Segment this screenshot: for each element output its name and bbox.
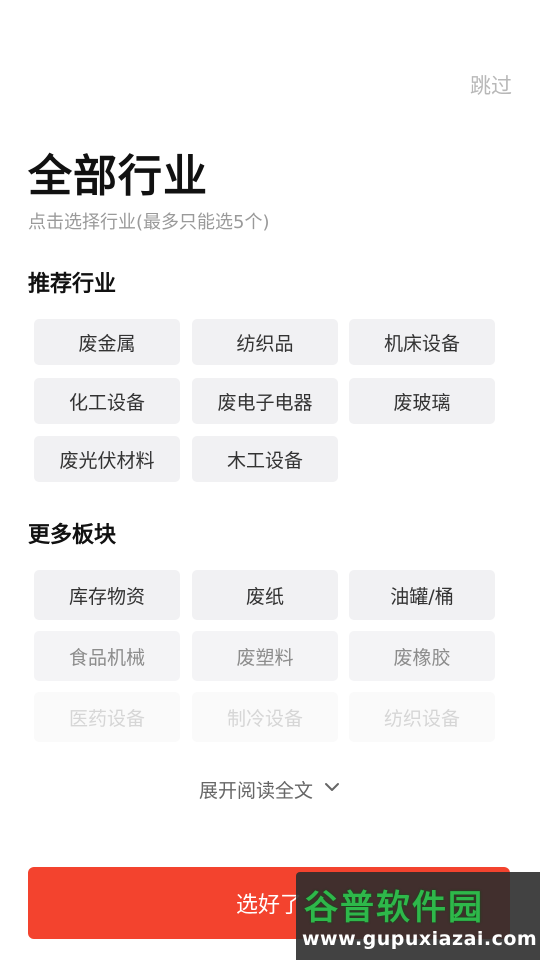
industry-chip[interactable]: 医药设备 bbox=[34, 692, 180, 742]
industry-chip[interactable]: 纺织品 bbox=[192, 319, 338, 365]
watermark-brand: 谷普软件园 bbox=[304, 888, 484, 928]
skip-button[interactable]: 跳过 bbox=[470, 70, 512, 100]
expand-button[interactable]: 展开阅读全文 bbox=[0, 776, 540, 803]
more-grid-row-2: 食品机械 废塑料 废橡胶 bbox=[34, 631, 496, 681]
page-subtitle: 点击选择行业(最多只能选5个) bbox=[28, 212, 270, 233]
watermark: 谷普软件园 www.gupuxiazai.com bbox=[296, 872, 540, 960]
industry-chip[interactable]: 食品机械 bbox=[34, 631, 180, 681]
more-grid-row-1: 库存物资 废纸 油罐/桶 bbox=[34, 570, 496, 620]
more-grid-row-3: 医药设备 制冷设备 纺织设备 bbox=[34, 692, 496, 742]
industry-chip[interactable]: 化工设备 bbox=[34, 378, 180, 424]
industry-chip[interactable]: 废金属 bbox=[34, 319, 180, 365]
industry-chip[interactable]: 废玻璃 bbox=[349, 378, 495, 424]
industry-chip[interactable]: 废电子电器 bbox=[192, 378, 338, 424]
more-section-title: 更多板块 bbox=[28, 523, 117, 548]
watermark-url: www.gupuxiazai.com bbox=[302, 928, 538, 950]
industry-chip[interactable]: 废橡胶 bbox=[349, 631, 495, 681]
industry-chip[interactable]: 木工设备 bbox=[192, 436, 338, 482]
industry-chip[interactable]: 纺织设备 bbox=[349, 692, 495, 742]
industry-chip[interactable]: 废塑料 bbox=[192, 631, 338, 681]
page-title: 全部行业 bbox=[28, 151, 208, 202]
industry-chip[interactable]: 库存物资 bbox=[34, 570, 180, 620]
chevron-down-icon bbox=[323, 778, 341, 801]
industry-chip[interactable]: 机床设备 bbox=[349, 319, 495, 365]
confirm-label: 选好了 bbox=[235, 893, 302, 918]
industry-chip[interactable]: 制冷设备 bbox=[192, 692, 338, 742]
recommended-grid: 废金属 纺织品 机床设备 化工设备 废电子电器 废玻璃 废光伏材料 木工设备 bbox=[34, 319, 496, 485]
industry-chip[interactable]: 油罐/桶 bbox=[349, 570, 495, 620]
recommended-section-title: 推荐行业 bbox=[28, 272, 117, 297]
industry-chip[interactable]: 废光伏材料 bbox=[34, 436, 180, 482]
industry-chip[interactable]: 废纸 bbox=[192, 570, 338, 620]
expand-label: 展开阅读全文 bbox=[198, 780, 313, 802]
